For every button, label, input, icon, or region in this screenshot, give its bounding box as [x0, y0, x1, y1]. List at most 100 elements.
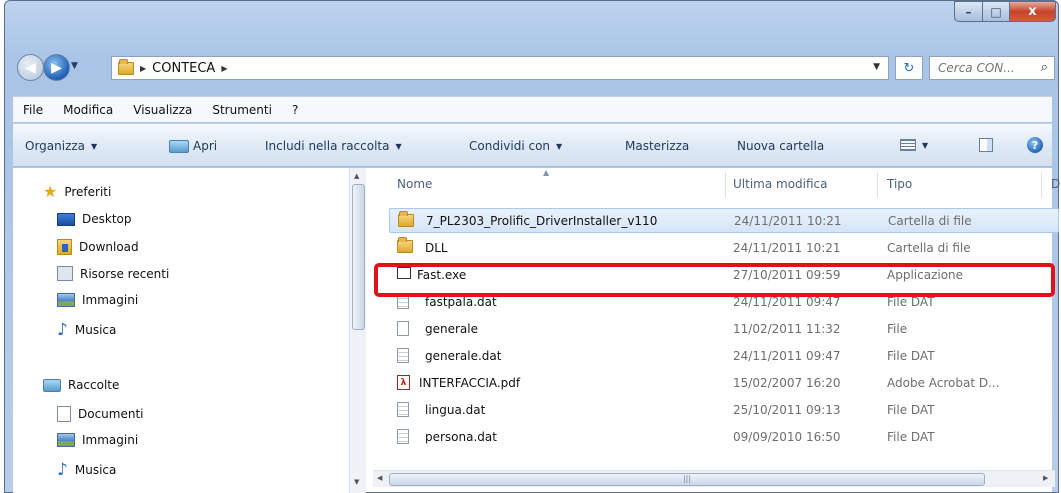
column-header-modified[interactable]: Ultima modifica — [733, 177, 828, 191]
column-header-type[interactable]: Tipo — [887, 177, 912, 191]
chevron-down-icon: ▼ — [922, 140, 929, 150]
nav-favorites[interactable]: ★ Preferiti — [43, 182, 111, 201]
file-row[interactable]: generale 11/02/2011 11:32 File — [389, 316, 1059, 341]
file-row[interactable]: persona.dat 09/09/2010 16:50 File DAT — [389, 424, 1059, 449]
file-type: Cartella di file — [887, 240, 971, 255]
file-name: INTERFACCIA.pdf — [419, 375, 521, 390]
libraries-icon — [43, 378, 61, 392]
nav-item-library-music[interactable]: ♪ Musica — [57, 460, 116, 480]
include-in-library-button[interactable]: Includi nella raccolta ▼ — [265, 139, 402, 153]
command-bar: Organizza ▼ Apri Includi nella raccolta ▼ … — [13, 123, 1052, 167]
scrollbar-thumb[interactable]: ||| — [389, 473, 985, 486]
file-row[interactable]: lingua.dat 25/10/2011 09:13 File DAT — [389, 397, 1059, 422]
nav-item-download[interactable]: Download — [57, 239, 139, 255]
menu-visualizza[interactable]: Visualizza — [133, 103, 192, 117]
burn-button[interactable]: Masterizza — [625, 139, 689, 153]
nav-item-music[interactable]: ♪ Musica — [57, 320, 116, 340]
help-button[interactable]: ? — [1027, 137, 1043, 153]
nav-label: Preferiti — [64, 184, 112, 199]
share-label: Condividi con — [469, 139, 551, 153]
folder-icon — [118, 58, 134, 75]
column-divider[interactable] — [877, 172, 878, 198]
file-row[interactable]: 7_PL2303_Prolific_DriverInstaller_v110 2… — [389, 208, 1059, 233]
address-bar[interactable]: ▶ CONTECA ▶ ▼ — [111, 56, 889, 80]
file-row[interactable]: generale.dat 24/11/2011 09:47 File DAT — [389, 343, 1059, 368]
open-label: Apri — [193, 139, 218, 153]
file-name: persona.dat — [425, 429, 497, 444]
view-list-icon — [900, 139, 916, 151]
column-divider[interactable] — [1041, 172, 1042, 198]
file-name: 7_PL2303_Prolific_DriverInstaller_v110 — [426, 213, 658, 228]
nav-libraries[interactable]: Raccolte — [43, 378, 119, 392]
preview-pane-button[interactable] — [979, 138, 993, 152]
nav-item-documents[interactable]: Documenti — [57, 406, 144, 422]
file-icon — [397, 321, 409, 336]
file-row[interactable]: λ INTERFACCIA.pdf 15/02/2007 16:20 Adobe… — [389, 370, 1059, 395]
help-icon: ? — [1027, 137, 1043, 153]
file-modified: 24/11/2011 10:21 — [734, 213, 842, 228]
nav-item-desktop[interactable]: Desktop — [57, 212, 132, 226]
dat-file-icon — [397, 348, 409, 363]
column-header-name[interactable]: Nome — [397, 177, 432, 191]
minimize-button[interactable]: – — [954, 1, 982, 22]
menu-help[interactable]: ? — [292, 103, 298, 117]
menu-strumenti[interactable]: Strumenti — [212, 103, 272, 117]
address-dropdown-icon[interactable]: ▼ — [873, 62, 880, 72]
file-list: Nome ▲ Ultima modifica Tipo D 7_PL2303_P… — [377, 168, 1061, 468]
chevron-down-icon: ▼ — [395, 141, 402, 151]
menu-file[interactable]: File — [23, 103, 43, 117]
organize-button[interactable]: Organizza ▼ — [25, 139, 97, 153]
nav-label: Documenti — [78, 407, 144, 421]
search-input[interactable] — [938, 61, 1028, 75]
scroll-down-icon[interactable]: ▼ — [354, 478, 359, 486]
new-folder-button[interactable]: Nuova cartella — [737, 139, 824, 153]
music-note-icon: ♪ — [57, 320, 68, 340]
file-list-horizontal-scrollbar[interactable]: ◀ ||| ▶ — [373, 470, 1055, 487]
back-button[interactable]: ◀ — [17, 54, 44, 81]
caption-buttons: – □ x — [954, 1, 1056, 23]
scrollbar-thumb[interactable] — [352, 184, 365, 330]
explorer-window: – □ x ◀ ▶ ▼ ▶ CONTECA ▶ ▼ ↻ ⌕ File Modif… — [4, 0, 1061, 493]
navigation-scrollbar[interactable]: ▲ ▼ — [349, 168, 366, 493]
scroll-up-icon[interactable]: ▲ — [354, 172, 359, 180]
nav-item-recent[interactable]: Risorse recenti — [57, 266, 169, 281]
chevron-down-icon: ▼ — [556, 141, 563, 151]
change-view-button[interactable]: ▼ — [900, 139, 928, 151]
refresh-button[interactable]: ↻ — [895, 56, 923, 80]
desktop-icon — [57, 212, 75, 226]
breadcrumb-chevron-icon[interactable]: ▶ — [221, 64, 227, 73]
share-with-button[interactable]: Condividi con ▼ — [469, 139, 562, 153]
recent-places-icon — [57, 266, 73, 281]
scroll-right-icon[interactable]: ▶ — [1043, 474, 1048, 482]
nav-item-pictures[interactable]: Immagini — [57, 293, 138, 307]
file-name: DLL — [425, 240, 448, 255]
recent-pages-dropdown[interactable]: ▼ — [71, 61, 78, 71]
search-box[interactable]: ⌕ — [929, 56, 1055, 80]
file-modified: 24/11/2011 09:47 — [733, 348, 841, 363]
sort-ascending-icon: ▲ — [543, 168, 550, 177]
breadcrumb-conteca[interactable]: CONTECA — [152, 61, 215, 76]
navigation-row: ◀ ▶ ▼ ▶ CONTECA ▶ ▼ ↻ ⌕ — [13, 51, 1055, 85]
open-button[interactable]: Apri — [169, 139, 217, 153]
nav-item-library-pictures[interactable]: Immagini — [57, 433, 138, 447]
close-button[interactable]: x — [1009, 1, 1056, 22]
column-header-size[interactable]: D — [1051, 177, 1060, 191]
forward-button[interactable]: ▶ — [43, 54, 70, 81]
nav-label: Desktop — [82, 212, 132, 226]
search-icon[interactable]: ⌕ — [1041, 60, 1048, 75]
maximize-button[interactable]: □ — [982, 1, 1009, 22]
file-modified: 09/09/2010 16:50 — [733, 429, 841, 444]
menu-modifica[interactable]: Modifica — [63, 103, 113, 117]
music-note-icon: ♪ — [57, 460, 68, 480]
preview-pane-icon — [979, 138, 993, 152]
navigation-pane: ★ Preferiti Desktop Download Risorse rece… — [13, 168, 366, 493]
file-row[interactable]: DLL 24/11/2011 10:21 Cartella di file — [389, 235, 1059, 260]
refresh-icon: ↻ — [903, 60, 915, 76]
file-type: Adobe Acrobat D... — [887, 375, 1000, 390]
scroll-left-icon[interactable]: ◀ — [377, 474, 382, 482]
folder-icon — [397, 237, 413, 253]
download-folder-icon — [57, 239, 72, 255]
forward-arrow-icon: ▶ — [51, 59, 62, 76]
breadcrumb-chevron-icon[interactable]: ▶ — [140, 64, 146, 73]
column-divider[interactable] — [725, 172, 726, 198]
